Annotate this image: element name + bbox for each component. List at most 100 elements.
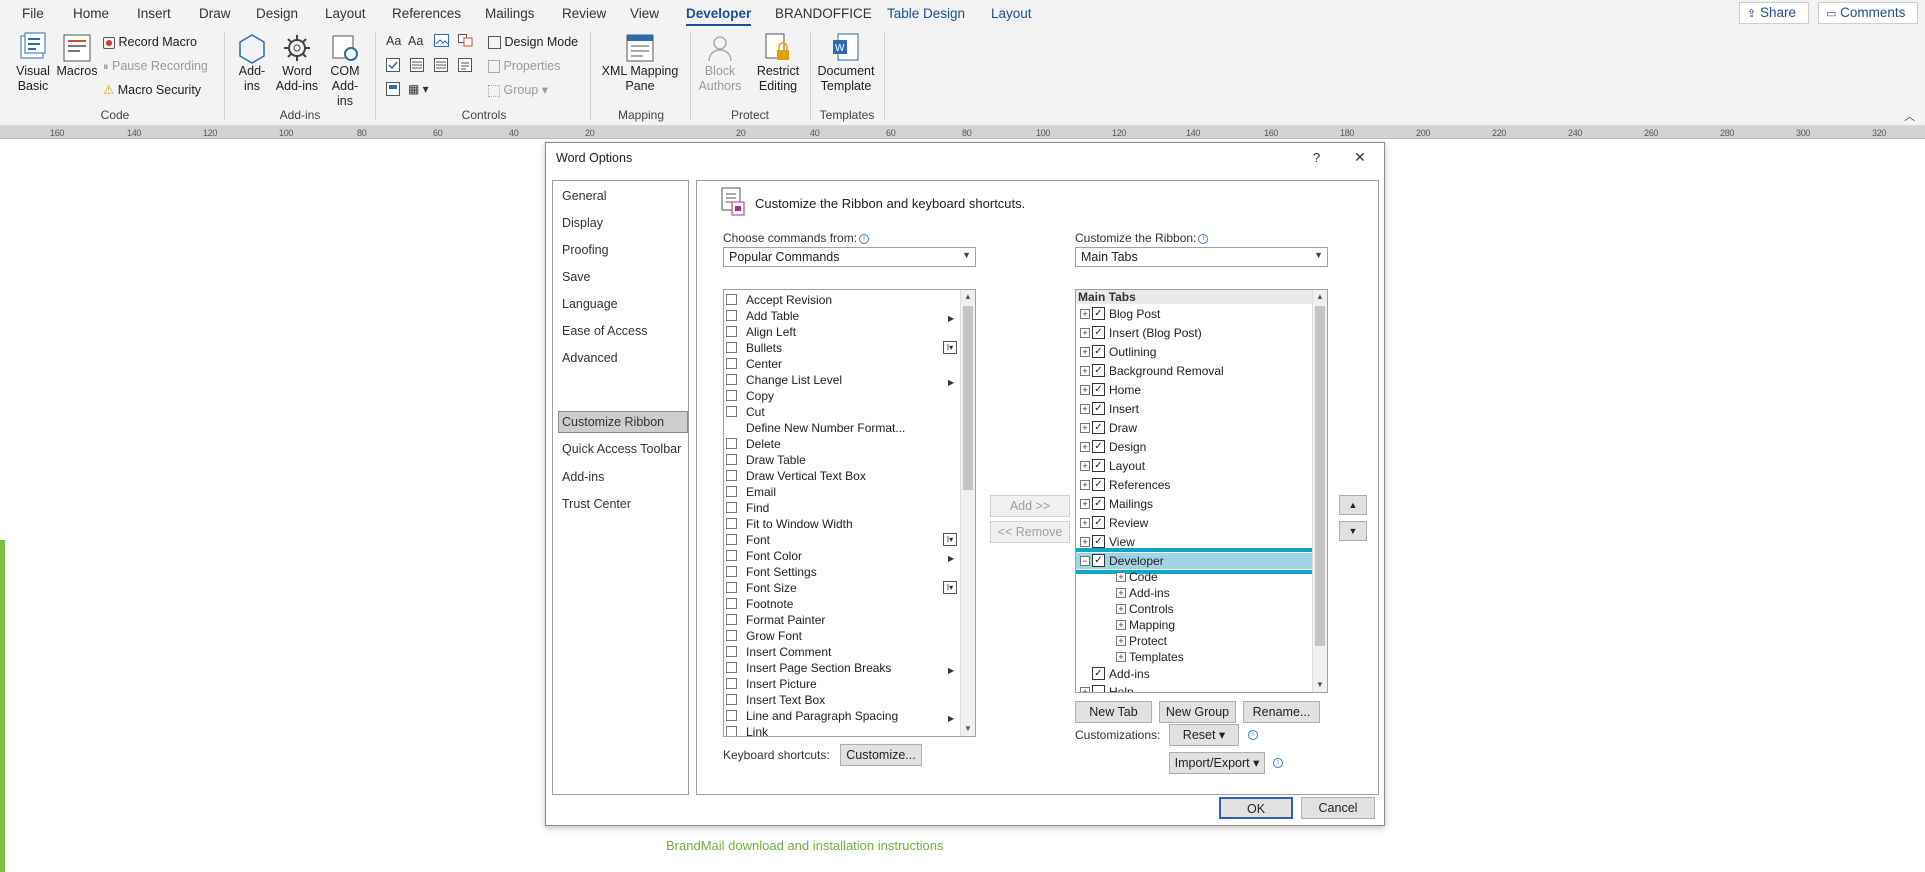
tab-checkbox[interactable]: ✓ — [1092, 383, 1105, 396]
tab-checkbox[interactable]: ✓ — [1092, 497, 1105, 510]
collapse-icon[interactable]: − — [1080, 556, 1090, 566]
scroll-up-icon[interactable]: ▲ — [961, 290, 975, 304]
tree-tab-item[interactable]: + ✓ View — [1076, 534, 1314, 550]
customize-ribbon-dropdown[interactable]: Main Tabs ▼ — [1075, 247, 1328, 267]
scroll-thumb[interactable] — [963, 306, 973, 490]
tab-checkbox[interactable]: ✓ — [1092, 421, 1105, 434]
command-item[interactable]: Accept Revision — [724, 292, 959, 308]
pause-recording-button[interactable]: ⏸ Pause Recording — [103, 58, 208, 75]
tree-tab-item[interactable]: + ✓ Draw — [1076, 420, 1314, 436]
expand-icon[interactable]: + — [1080, 347, 1090, 357]
new-tab-button[interactable]: New Tab — [1075, 701, 1152, 723]
picture-control-icon[interactable] — [434, 34, 449, 47]
nav-save[interactable]: Save — [562, 270, 591, 284]
nav-advanced[interactable]: Advanced — [562, 351, 618, 365]
tree-tab-item[interactable]: + ✓ Insert (Blog Post) — [1076, 325, 1314, 341]
command-item[interactable]: Cut — [724, 404, 959, 420]
command-item[interactable]: Bullets I▾ — [724, 340, 959, 356]
tab-checkbox[interactable] — [1092, 685, 1105, 692]
command-item[interactable]: Delete — [724, 436, 959, 452]
scroll-down-icon[interactable]: ▼ — [1313, 678, 1327, 692]
expand-icon[interactable]: + — [1080, 328, 1090, 338]
expand-icon[interactable]: + — [1080, 385, 1090, 395]
command-item[interactable]: Change List Level ▶ — [724, 372, 959, 388]
nav-language[interactable]: Language — [562, 297, 618, 311]
tab-draw[interactable]: Draw — [199, 6, 231, 21]
command-item[interactable]: Draw Vertical Text Box — [724, 468, 959, 484]
tab-references[interactable]: References — [392, 6, 461, 21]
tree-group-item[interactable]: + Controls — [1076, 601, 1314, 617]
brandmail-link[interactable]: BrandMail download and installation inst… — [666, 838, 944, 853]
remove-button[interactable]: << Remove — [990, 521, 1070, 543]
comments-button[interactable]: ▭ Comments — [1818, 2, 1918, 24]
building-block-icon[interactable] — [458, 34, 473, 47]
customize-keyboard-button[interactable]: Customize... — [840, 744, 922, 766]
expand-icon[interactable]: + — [1080, 537, 1090, 547]
combo-box-icon[interactable] — [410, 58, 424, 72]
import-export-button[interactable]: Import/Export ▾ — [1169, 752, 1265, 774]
expand-icon[interactable]: + — [1080, 687, 1090, 692]
expand-icon[interactable]: + — [1080, 366, 1090, 376]
tab-checkbox[interactable]: ✓ — [1092, 345, 1105, 358]
cancel-button[interactable]: Cancel — [1301, 797, 1375, 819]
tab-checkbox[interactable]: ✓ — [1092, 307, 1105, 320]
command-item[interactable]: Font I▾ — [724, 532, 959, 548]
commands-scrollbar[interactable]: ▲ ▼ — [960, 290, 975, 736]
date-picker-icon[interactable] — [458, 58, 472, 72]
tab-checkbox[interactable]: ✓ — [1092, 667, 1105, 680]
command-item[interactable]: Define New Number Format... — [724, 420, 959, 436]
tree-group-item[interactable]: + Code — [1076, 569, 1314, 585]
scroll-down-icon[interactable]: ▼ — [961, 722, 975, 736]
tree-tab-item[interactable]: + ✓ Home — [1076, 382, 1314, 398]
nav-ease-of-access[interactable]: Ease of Access — [562, 324, 647, 338]
properties-button[interactable]: Properties — [488, 58, 560, 74]
ribbon-tabs-tree[interactable]: Main Tabs + ✓ Blog Post + ✓ Insert (Blog Post… — [1075, 289, 1328, 693]
legacy-tools-icon[interactable]: ▦ ▾ — [408, 82, 429, 96]
help-button[interactable]: ? — [1313, 150, 1320, 165]
tree-scrollbar[interactable]: ▲ ▼ — [1312, 290, 1327, 692]
command-item[interactable]: Insert Page Section Breaks ▶ — [724, 660, 959, 676]
command-item[interactable]: Grow Font — [724, 628, 959, 644]
com-addins-button[interactable]: COM Add-ins — [322, 32, 368, 109]
command-item[interactable]: Email — [724, 484, 959, 500]
word-addins-button[interactable]: Word Add-ins — [274, 32, 320, 94]
horizontal-ruler[interactable]: 160 140 120 100 80 60 40 20 20 40 60 80 … — [0, 126, 1925, 139]
expand-icon[interactable]: + — [1116, 620, 1126, 630]
command-item[interactable]: Add Table ▶ — [724, 308, 959, 324]
dropdown-list-icon[interactable] — [434, 58, 448, 72]
tree-group-item[interactable]: + Templates — [1076, 649, 1314, 665]
tab-checkbox[interactable]: ✓ — [1092, 459, 1105, 472]
tab-review[interactable]: Review — [562, 6, 606, 21]
nav-quick-access-toolbar[interactable]: Quick Access Toolbar — [562, 442, 681, 456]
ok-button[interactable]: OK — [1219, 797, 1293, 819]
tree-tab-item[interactable]: + ✓ Review — [1076, 515, 1314, 531]
command-item[interactable]: Font Color ▶ — [724, 548, 959, 564]
command-item[interactable]: Insert Text Box — [724, 692, 959, 708]
tab-checkbox[interactable]: ✓ — [1092, 364, 1105, 377]
reset-button[interactable]: Reset ▾ — [1169, 724, 1239, 746]
record-macro-button[interactable]: Record Macro — [103, 34, 197, 50]
tab-design[interactable]: Design — [256, 6, 298, 21]
xml-mapping-pane-button[interactable]: XML Mapping Pane — [600, 32, 680, 94]
tree-tab-item[interactable]: ✓ Add-ins — [1076, 666, 1314, 682]
command-item[interactable]: Font Size I▾ — [724, 580, 959, 596]
addins-button[interactable]: Add-ins — [232, 32, 272, 94]
tree-group-item[interactable]: + Add-ins — [1076, 585, 1314, 601]
tab-home[interactable]: Home — [73, 6, 109, 21]
macros-button[interactable]: Macros — [55, 32, 99, 79]
expand-icon[interactable]: + — [1080, 518, 1090, 528]
expand-icon[interactable]: + — [1116, 652, 1126, 662]
commands-list[interactable]: Accept Revision Add Table ▶ Align Left Bulle… — [723, 289, 976, 737]
add-button[interactable]: Add >> — [990, 495, 1070, 517]
tab-table-layout[interactable]: Layout — [991, 6, 1032, 21]
move-down-button[interactable]: ▼ — [1339, 521, 1367, 541]
tab-view[interactable]: View — [630, 6, 659, 21]
expand-icon[interactable]: + — [1080, 404, 1090, 414]
nav-display[interactable]: Display — [562, 216, 603, 230]
tab-layout[interactable]: Layout — [325, 6, 366, 21]
tab-brandoffice[interactable]: BRANDOFFICE — [775, 6, 872, 21]
command-item[interactable]: Center — [724, 356, 959, 372]
choose-commands-dropdown[interactable]: Popular Commands ▼ — [723, 247, 976, 267]
expand-icon[interactable]: + — [1116, 604, 1126, 614]
scroll-thumb[interactable] — [1315, 306, 1325, 646]
